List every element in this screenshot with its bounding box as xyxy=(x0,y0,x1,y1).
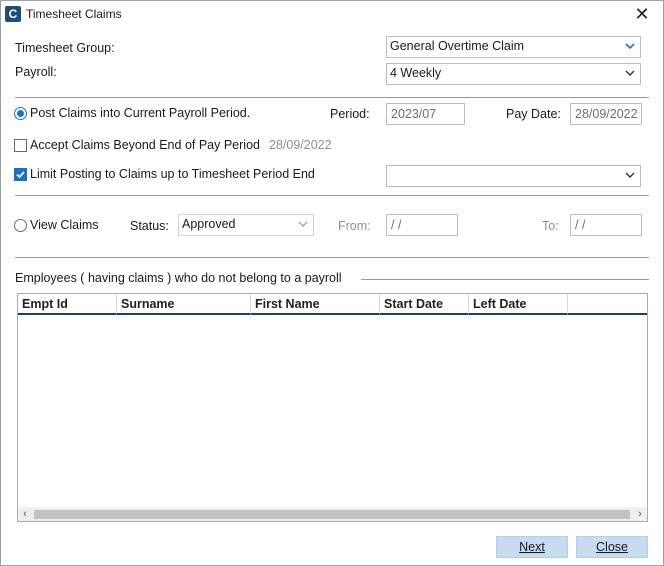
payroll-select[interactable]: 4 Weekly xyxy=(386,63,641,85)
column-header-empt-id[interactable]: Empt Id xyxy=(18,294,117,315)
accept-claims-date: 28/09/2022 xyxy=(269,138,332,152)
next-button-label: Next xyxy=(519,540,545,554)
scroll-right-icon[interactable]: › xyxy=(633,507,647,521)
column-header-left-date[interactable]: Left Date xyxy=(469,294,568,315)
view-claims-label: View Claims xyxy=(30,218,99,232)
divider xyxy=(15,195,649,196)
status-select[interactable]: Approved xyxy=(178,214,314,236)
accept-claims-checkbox[interactable] xyxy=(14,139,27,152)
scrollbar-thumb[interactable] xyxy=(34,510,630,519)
timesheet-claims-window: C Timesheet Claims ✕ Timesheet Group: Ge… xyxy=(0,0,664,566)
status-value: Approved xyxy=(182,217,236,231)
scroll-left-icon[interactable]: ‹ xyxy=(18,507,32,521)
timesheet-group-value: General Overtime Claim xyxy=(390,39,525,53)
timesheet-group-select[interactable]: General Overtime Claim xyxy=(386,36,641,58)
employees-section-title: Employees ( having claims ) who do not b… xyxy=(15,271,348,285)
section-divider xyxy=(361,279,649,280)
pay-date-field[interactable]: 28/09/2022 xyxy=(570,103,642,125)
post-claims-label: Post Claims into Current Payroll Period. xyxy=(30,106,251,120)
payroll-label: Payroll: xyxy=(15,65,57,79)
column-header-empty xyxy=(568,294,647,315)
to-label: To: xyxy=(542,219,559,233)
title-bar: C Timesheet Claims ✕ xyxy=(1,1,663,29)
chevron-down-icon xyxy=(298,221,308,227)
limit-posting-label: Limit Posting to Claims up to Timesheet … xyxy=(30,167,315,181)
column-header-surname[interactable]: Surname xyxy=(117,294,251,315)
chevron-down-icon xyxy=(625,70,635,76)
limit-posting-select[interactable] xyxy=(386,165,641,187)
divider xyxy=(15,257,649,258)
post-claims-radio[interactable] xyxy=(14,107,27,120)
app-logo-icon: C xyxy=(5,6,21,22)
status-label: Status: xyxy=(130,219,169,233)
column-header-first-name[interactable]: First Name xyxy=(251,294,380,315)
chevron-down-icon xyxy=(625,43,635,50)
divider xyxy=(15,97,649,98)
window-title: Timesheet Claims xyxy=(26,7,122,21)
close-button-label: Close xyxy=(596,540,628,554)
period-label: Period: xyxy=(330,107,370,121)
period-field[interactable]: 2023/07 xyxy=(386,103,465,125)
timesheet-group-label: Timesheet Group: xyxy=(15,41,115,55)
close-window-icon[interactable]: ✕ xyxy=(631,4,653,24)
payroll-value: 4 Weekly xyxy=(390,66,442,80)
column-header-start-date[interactable]: Start Date xyxy=(380,294,469,315)
accept-claims-label: Accept Claims Beyond End of Pay Period xyxy=(30,138,260,152)
horizontal-scrollbar[interactable]: ‹ › xyxy=(18,507,647,521)
chevron-down-icon xyxy=(625,172,635,178)
to-date-field[interactable]: / / xyxy=(570,214,642,236)
from-date-field[interactable]: / / xyxy=(386,214,458,236)
checkmark-icon xyxy=(16,171,25,179)
view-claims-radio[interactable] xyxy=(14,219,27,232)
next-button[interactable]: Next xyxy=(496,536,568,558)
pay-date-label: Pay Date: xyxy=(506,107,561,121)
close-button[interactable]: Close xyxy=(576,536,648,558)
from-label: From: xyxy=(338,219,371,233)
limit-posting-checkbox[interactable] xyxy=(14,168,27,181)
employees-table[interactable]: Empt Id Surname First Name Start Date Le… xyxy=(17,293,648,522)
